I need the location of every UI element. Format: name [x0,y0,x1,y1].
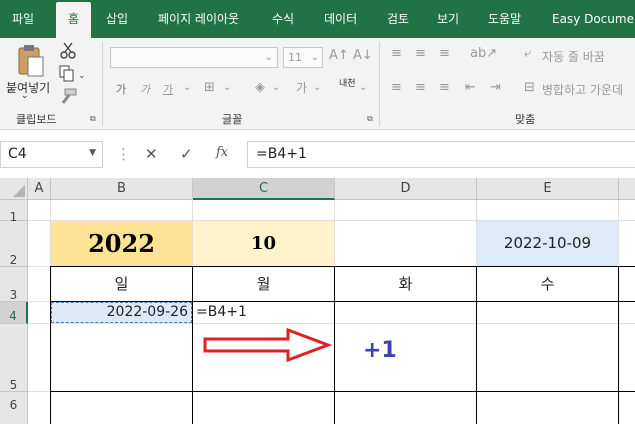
paste-button[interactable]: 붙여넣기 ⌄ [4,42,52,104]
chevron-down-icon[interactable]: ⌄ [359,80,367,96]
ribbon-tab-bar: 파일 홈 삽입 페이지 레이아웃 수식 데이터 검토 보기 도움말 Easy D… [0,0,635,38]
group-divider [379,42,380,126]
cell-e3[interactable]: 수 [477,267,618,301]
select-all-corner[interactable] [0,178,28,200]
merge-center-icon[interactable]: ⊟ [524,80,535,96]
cell-b4[interactable]: 2022-09-26 [51,302,192,323]
tab-easy-document[interactable]: Easy Document [552,0,635,38]
row-header-3[interactable]: 3 [0,267,28,302]
align-right-icon[interactable]: ≡ [439,80,450,96]
font-group-label: 글꼴 [222,113,243,126]
font-launcher-icon[interactable]: ⧉ [367,114,373,124]
formula-input[interactable]: =B4+1 [247,141,635,168]
italic-button[interactable]: 가 [140,81,150,97]
merge-center-button[interactable]: 병합하고 가운데 [542,81,623,98]
bold-button[interactable]: 가 [116,81,126,97]
svg-text:⌄: ⌄ [78,71,86,81]
clipboard-group-label: 클립보드 [16,113,57,126]
cell-c4[interactable]: =B4+1 [196,302,334,323]
cell-b2[interactable]: 2022 [51,221,192,266]
chevron-down-icon: ▼ [89,148,96,158]
column-header-e[interactable]: E [477,178,619,200]
cell-e2[interactable]: 2022-10-09 [477,221,618,266]
tab-help[interactable]: 도움말 [488,0,521,38]
insert-function-icon[interactable]: fx [216,145,228,160]
phonetic-guide-button[interactable]: 내천 [339,80,356,89]
chevron-down-icon[interactable]: ⌄ [313,80,321,96]
format-painter-icon[interactable] [59,88,77,106]
cell-c3[interactable]: 월 [193,267,334,301]
cut-icon[interactable] [59,42,77,60]
font-size-dropdown[interactable]: 11 ⌄ [283,47,323,68]
tab-data[interactable]: 데이터 [324,0,357,38]
tab-home[interactable]: 홈 [56,2,92,38]
name-box[interactable]: C4 ▼ [0,141,103,168]
copy-icon[interactable]: ⌄ [58,65,86,83]
group-divider [102,42,103,126]
chevron-down-icon[interactable]: ⌄ [183,80,191,96]
cell-c2[interactable]: 10 [193,221,334,266]
decrease-indent-icon[interactable]: ⇤ [465,80,476,96]
row-header-1[interactable]: 1 [0,200,28,224]
increase-font-size-icon[interactable]: A↑ [329,48,349,64]
row-header-4[interactable]: 4 [0,302,28,324]
chevron-down-icon: ⌄ [310,52,319,63]
increase-indent-icon[interactable]: ⇥ [490,80,501,96]
wrap-text-icon[interactable]: ⤶ [524,46,531,62]
borders-icon[interactable]: ⊞ [204,80,215,96]
tab-view[interactable]: 보기 [437,0,459,38]
align-bottom-icon[interactable]: ≡ [439,46,450,62]
excel-window: 파일 홈 삽입 페이지 레이아웃 수식 데이터 검토 보기 도움말 Easy D… [0,0,635,424]
cancel-icon[interactable]: ✕ [145,145,158,163]
ribbon-home: 붙여넣기 ⌄ ⌄ 클립보드 ⧉ ⌄ 11 ⌄ A↑ A↓ 가 가 가 ⌄ ⊞ ⌄… [0,38,635,130]
align-left-icon[interactable]: ≡ [391,80,402,96]
fill-color-icon[interactable]: ◈ [255,80,265,96]
column-header-a[interactable]: A [28,178,51,200]
align-center-icon[interactable]: ≡ [415,80,426,96]
alignment-group-label: 맞춤 [515,113,536,126]
enter-icon[interactable]: ✓ [180,145,193,163]
formula-bar: C4 ▼ ⋮ ✕ ✓ fx =B4+1 [0,139,635,171]
font-size-value: 11 [288,51,302,64]
column-header-d[interactable]: D [335,178,477,200]
tab-review[interactable]: 검토 [387,0,409,38]
row-header-6[interactable]: 6 [0,392,28,424]
plus-one-annotation: +1 [363,338,397,363]
tab-file[interactable]: 파일 [12,0,34,38]
column-header-f[interactable] [619,178,635,200]
cell-b3[interactable]: 일 [51,267,192,301]
arrow-annotation-icon [203,327,333,363]
align-top-icon[interactable]: ≡ [391,46,402,62]
tab-page-layout[interactable]: 페이지 레이아웃 [158,0,239,38]
decrease-font-size-icon[interactable]: A↓ [353,48,373,64]
column-header-c[interactable]: C [193,178,335,200]
more-options-icon[interactable]: ⋮ [116,145,131,163]
underline-button[interactable]: 가 [163,81,173,97]
tab-insert[interactable]: 삽입 [106,0,128,38]
font-name-dropdown[interactable]: ⌄ [110,47,278,68]
cell-d3[interactable]: 화 [335,267,476,301]
font-color-icon[interactable]: 가 [296,80,307,96]
chevron-down-icon[interactable]: ⌄ [272,80,280,96]
tab-formulas[interactable]: 수식 [272,0,294,38]
paste-icon [18,45,44,77]
row-header-5[interactable]: 5 [0,324,28,392]
worksheet-grid: A B C D E 1 2 3 4 5 6 2022 10 2022-10-09… [0,178,635,424]
row-header-2[interactable]: 2 [0,221,28,267]
orientation-icon[interactable]: ab↗ [470,46,497,62]
column-header-b[interactable]: B [51,178,193,200]
chevron-down-icon: ⌄ [264,52,273,63]
wrap-text-button[interactable]: 자동 줄 바꿈 [542,48,605,65]
chevron-down-icon[interactable]: ⌄ [223,80,231,96]
clipboard-launcher-icon[interactable]: ⧉ [90,114,96,124]
align-middle-icon[interactable]: ≡ [415,46,426,62]
name-box-value: C4 [8,146,27,162]
